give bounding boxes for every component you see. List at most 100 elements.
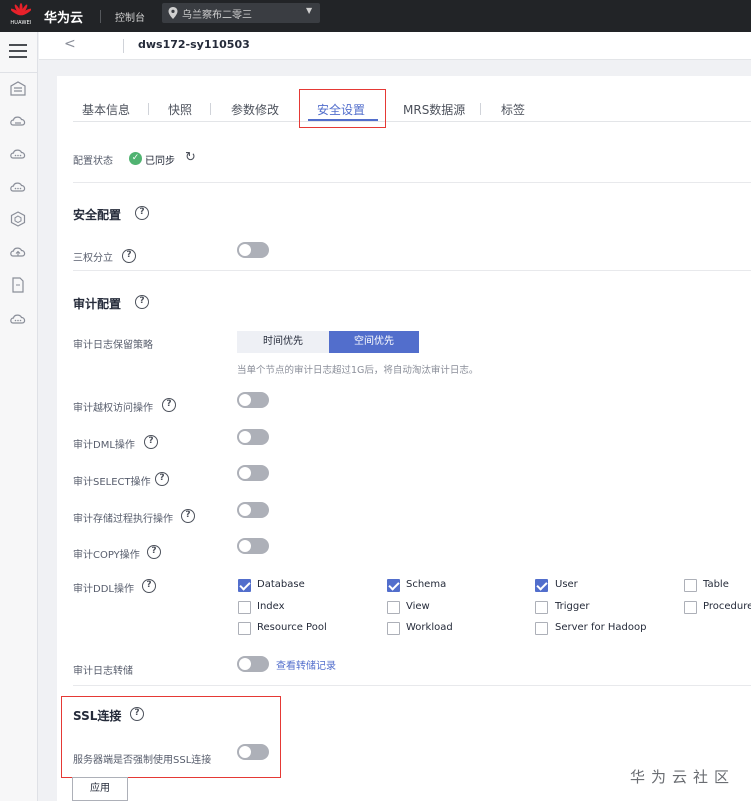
ddl-table-checkbox[interactable] xyxy=(684,579,697,592)
cloud-service-icon[interactable] xyxy=(9,146,27,162)
brand-name[interactable]: 华为云 xyxy=(44,7,83,26)
ddl-index-label: Index xyxy=(257,601,285,612)
topbar-divider xyxy=(100,10,101,23)
help-icon[interactable]: ? xyxy=(162,398,176,412)
section-divider xyxy=(73,270,751,271)
help-icon[interactable]: ? xyxy=(135,295,149,309)
cluster-name: dws172-sy110503 xyxy=(138,38,250,51)
huawei-petals-icon xyxy=(11,3,31,16)
audit-dump-toggle[interactable] xyxy=(237,656,269,672)
rail-divider xyxy=(0,72,38,73)
tabs-baseline xyxy=(73,121,751,122)
ddl-schema-checkbox[interactable] xyxy=(387,579,400,592)
watermark: 华为云社区 xyxy=(630,768,736,786)
help-icon[interactable]: ? xyxy=(144,435,158,449)
console-link[interactable]: 控制台 xyxy=(115,9,145,24)
help-icon[interactable]: ? xyxy=(142,579,156,593)
ddl-server-hadoop-checkbox[interactable] xyxy=(535,622,548,635)
help-icon[interactable]: ? xyxy=(181,509,195,523)
audit-dml-toggle[interactable] xyxy=(237,429,269,445)
audit-privilege-toggle[interactable] xyxy=(237,392,269,408)
tab-highlight-box xyxy=(299,89,386,128)
retention-hint: 当单个节点的审计日志超过1G后，将自动淘汰审计日志。 xyxy=(237,365,479,376)
ddl-workload-checkbox[interactable] xyxy=(387,622,400,635)
hexagon-service-icon[interactable] xyxy=(9,211,27,227)
audit-dml-label: 审计DML操作 xyxy=(73,440,135,451)
back-arrow-icon[interactable]: < xyxy=(64,36,76,52)
menu-icon[interactable] xyxy=(9,44,27,60)
help-icon[interactable]: ? xyxy=(122,249,136,263)
dashboard-icon[interactable] xyxy=(9,80,27,96)
tab-divider xyxy=(480,103,481,115)
audit-select-toggle[interactable] xyxy=(237,465,269,481)
tab-basic-info[interactable]: 基本信息 xyxy=(82,101,130,118)
tab-tags[interactable]: 标签 xyxy=(501,101,525,118)
help-icon[interactable]: ? xyxy=(147,545,161,559)
audit-procedure-toggle[interactable] xyxy=(237,502,269,518)
ddl-user-checkbox[interactable] xyxy=(535,579,548,592)
audit-ddl-label: 审计DDL操作 xyxy=(73,584,134,595)
separation-toggle[interactable] xyxy=(237,242,269,258)
config-status-label: 配置状态 xyxy=(73,156,113,167)
refresh-icon[interactable]: ↻ xyxy=(185,150,196,165)
ddl-trigger-label: Trigger xyxy=(555,601,590,612)
separation-label: 三权分立 xyxy=(73,253,113,264)
region-selector[interactable]: 乌兰察布二零三 ▼ xyxy=(162,3,320,23)
audit-select-label: 审计SELECT操作 xyxy=(73,477,151,488)
ddl-resource-pool-label: Resource Pool xyxy=(257,622,327,633)
tab-mrs-datasource[interactable]: MRS数据源 xyxy=(403,101,465,118)
ddl-trigger-checkbox[interactable] xyxy=(535,601,548,614)
ddl-procedure-checkbox[interactable] xyxy=(684,601,697,614)
header-divider xyxy=(123,39,124,53)
help-icon[interactable]: ? xyxy=(130,707,144,721)
help-icon[interactable]: ? xyxy=(135,206,149,220)
ddl-database-checkbox[interactable] xyxy=(238,579,251,592)
retention-label: 审计日志保留策略 xyxy=(73,340,153,351)
ddl-index-checkbox[interactable] xyxy=(238,601,251,614)
huawei-logo[interactable]: HUAWEI xyxy=(8,2,34,30)
tab-snapshot[interactable]: 快照 xyxy=(168,101,192,118)
ddl-server-hadoop-label: Server for Hadoop xyxy=(555,622,647,633)
cloud-upload-icon[interactable] xyxy=(9,244,27,260)
location-pin-icon xyxy=(168,7,178,19)
security-section-title: 安全配置 xyxy=(73,208,122,222)
audit-copy-label: 审计COPY操作 xyxy=(73,550,140,561)
tab-parameters[interactable]: 参数修改 xyxy=(231,101,279,118)
success-check-icon: ✓ xyxy=(129,152,142,165)
left-nav-rail xyxy=(0,32,38,801)
ddl-view-label: View xyxy=(406,601,430,612)
ddl-resource-pool-checkbox[interactable] xyxy=(238,622,251,635)
logo-text: HUAWEI xyxy=(10,20,32,26)
chevron-down-icon: ▼ xyxy=(306,6,313,15)
apply-button[interactable]: 应用 xyxy=(72,777,128,801)
config-status-value: 已同步 xyxy=(145,156,175,167)
tab-divider xyxy=(210,103,211,115)
ddl-procedure-label: Procedure xyxy=(703,601,751,612)
ddl-user-label: User xyxy=(555,579,578,590)
ddl-view-checkbox[interactable] xyxy=(387,601,400,614)
ddl-database-label: Database xyxy=(257,579,305,590)
ssl-force-label: 服务器端是否强制使用SSL连接 xyxy=(73,755,212,766)
audit-copy-toggle[interactable] xyxy=(237,538,269,554)
ddl-workload-label: Workload xyxy=(406,622,453,633)
section-divider xyxy=(73,685,751,686)
page-header: < dws172-sy110503 xyxy=(39,32,751,60)
top-bar: HUAWEI 华为云 控制台 乌兰察布二零三 ▼ xyxy=(0,0,751,32)
help-icon[interactable]: ? xyxy=(155,472,169,486)
content-card xyxy=(57,76,751,801)
region-label: 乌兰察布二零三 xyxy=(182,10,252,21)
cloud-compute-icon[interactable] xyxy=(9,179,27,195)
view-dump-records-link[interactable]: 查看转储记录 xyxy=(276,657,336,672)
audit-procedure-label: 审计存储过程执行操作 xyxy=(73,514,173,525)
retention-time-option[interactable]: 时间优先 xyxy=(237,331,329,353)
ssl-force-toggle[interactable] xyxy=(237,744,269,760)
audit-dump-label: 审计日志转储 xyxy=(73,666,133,677)
audit-section-title: 审计配置 xyxy=(73,297,122,311)
cloud-database-icon[interactable] xyxy=(9,113,27,129)
retention-space-option[interactable]: 空间优先 xyxy=(329,331,419,353)
ddl-schema-label: Schema xyxy=(406,579,447,590)
ddl-table-label: Table xyxy=(703,579,729,590)
document-icon[interactable] xyxy=(9,277,27,293)
section-divider xyxy=(73,182,751,183)
cloud-more-icon[interactable] xyxy=(9,311,27,327)
